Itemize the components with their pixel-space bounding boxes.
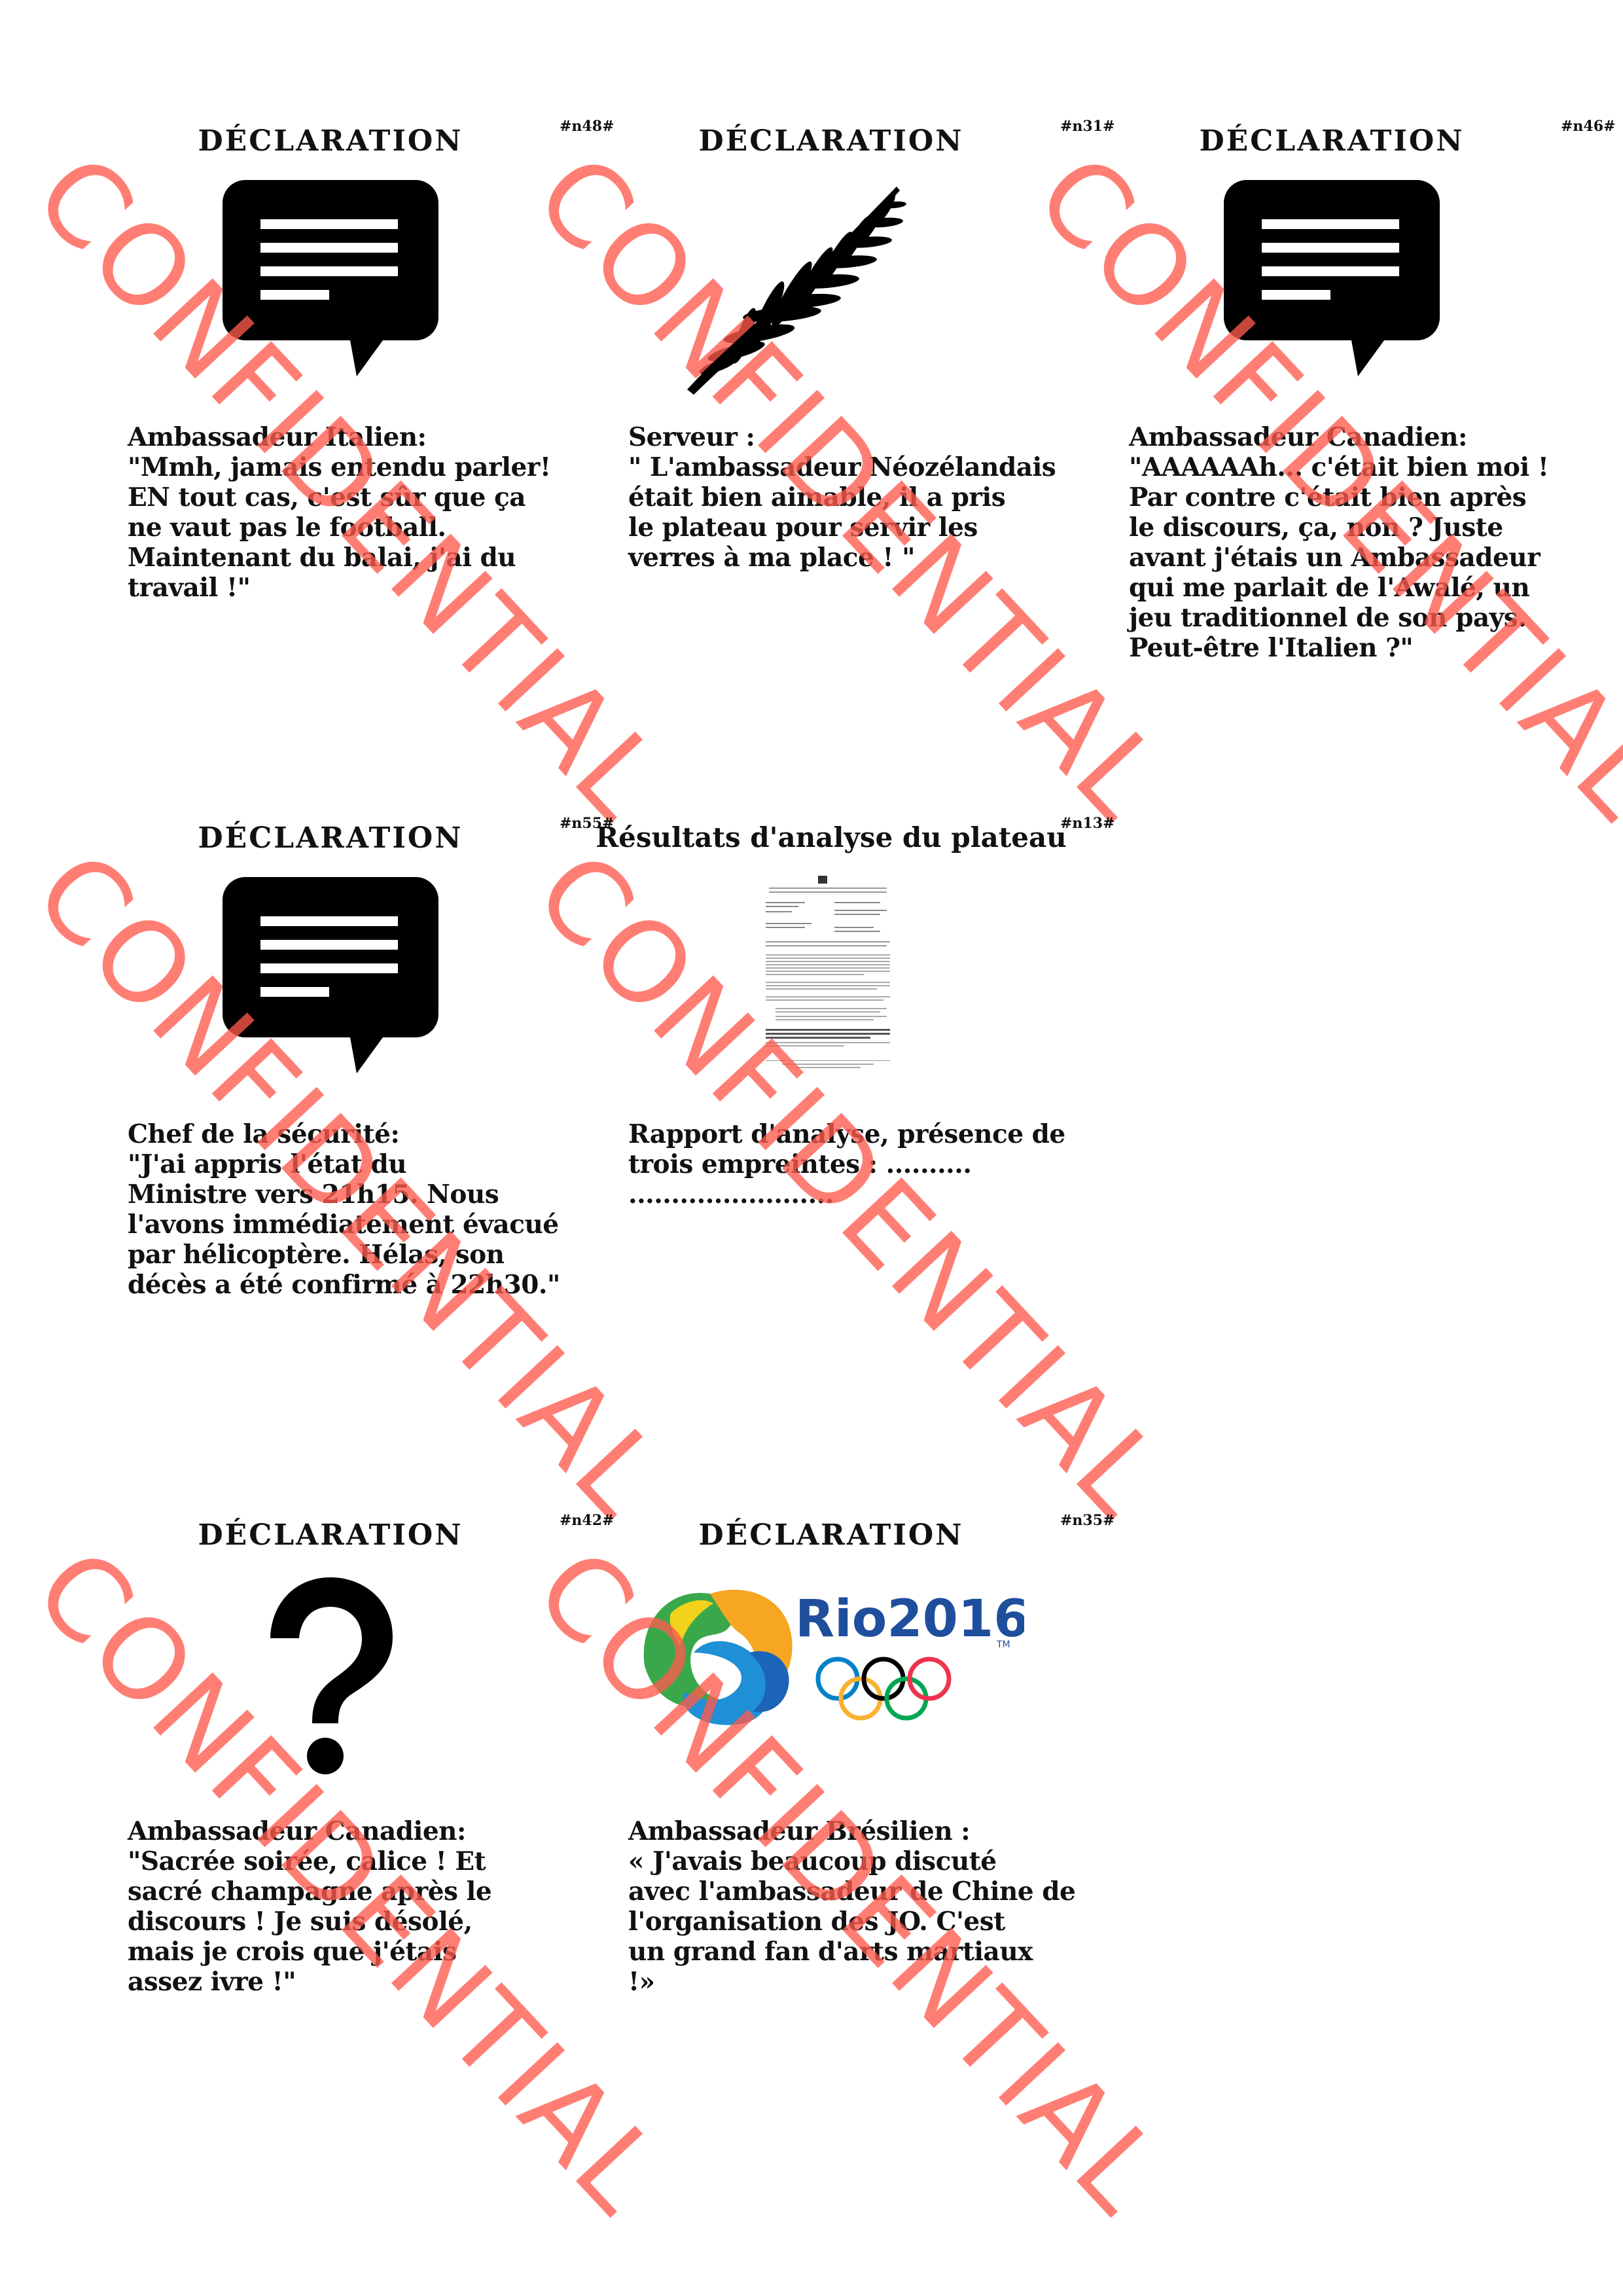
text-line: l'avons immédiatement évacué (128, 1210, 559, 1240)
card-text: Serveur : " L'ambassadeur Néozélandais é… (628, 422, 1056, 573)
text-line: ........................ (628, 1179, 834, 1210)
text-line: mais je crois que j'étais (128, 1937, 457, 1967)
text-line: ne vaut pas le football. (128, 512, 446, 543)
text-line: sacré champagne après le (128, 1876, 492, 1907)
text-line: assez ivre !" (128, 1967, 296, 1997)
trademark-mark: TM (996, 1640, 1010, 1650)
speech-bubble-icon (1224, 180, 1440, 376)
text-line: Chef de la sécurité: (128, 1119, 400, 1149)
text-line: Par contre c'était bien après (1129, 482, 1527, 512)
text-line: était bien aimable, il a pris (628, 482, 1006, 512)
text-line: trois empreintes : .......... (628, 1149, 972, 1179)
question-mark-icon (270, 1577, 393, 1774)
text-line: verres à ma place ! " (628, 543, 915, 573)
text-line: qui me parlait de l'Awalé, un (1129, 573, 1530, 603)
text-line: travail !" (128, 573, 251, 603)
card-5: Résultats d'analyse du plateau #n13# Rap… (510, 756, 1188, 1541)
card-title: DÉCLARATION (198, 821, 463, 855)
text-line: avec l'ambassadeur de Chine de (628, 1876, 1076, 1907)
speech-bubble-icon (223, 877, 438, 1073)
card-text: Ambassadeur Italien: "Mmh, jamais entend… (128, 422, 553, 603)
text-line: avant j'étais un Ambassadeur (1129, 543, 1541, 573)
card-text: Rapport d'analyse, présence de trois emp… (628, 1119, 1065, 1210)
text-line: Ambassadeur Italien: (128, 422, 427, 452)
text-line: Maintenant du balai, j'ai du (128, 543, 516, 573)
text-line: jeu traditionnel de son pays. (1129, 603, 1527, 633)
text-line: un grand fan d'arts martiaux (628, 1937, 1033, 1967)
text-line: le plateau pour servir les (628, 512, 978, 543)
card-1: DÉCLARATION #n48# Ambassadeur Italien: "… (10, 59, 688, 844)
text-line: par hélicoptère. Hélas, son (128, 1240, 505, 1270)
text-line: Serveur : (628, 422, 755, 452)
text-line: « J'avais beaucoup discuté (628, 1846, 997, 1876)
text-line: Rapport d'analyse, présence de (628, 1119, 1065, 1149)
text-line: Ambassadeur Canadien: (128, 1816, 466, 1846)
card-6: DÉCLARATION #n42# Ambassadeur Canadien: … (10, 1453, 688, 2238)
card-title: Résultats d'analyse du plateau (596, 821, 1067, 853)
card-7: DÉCLARATION #n35# Rio2016 TM Ambassadeur… (510, 1453, 1188, 2238)
card-title: DÉCLARATION (1199, 124, 1465, 158)
card-text: Chef de la sécurité: "J'ai appris l'état… (128, 1119, 560, 1300)
card-id: #n13# (1060, 815, 1115, 832)
card-id: #n35# (1060, 1512, 1115, 1529)
card-title: DÉCLARATION (198, 1518, 463, 1552)
text-line: !» (628, 1967, 655, 1997)
text-line: " L'ambassadeur Néozélandais (628, 452, 1056, 482)
speech-bubble-icon (223, 180, 438, 376)
rio2016-logo-icon: Rio2016 TM (643, 1589, 1024, 1725)
rio2016-wordmark: Rio2016 (795, 1590, 1024, 1649)
text-line: "Mmh, jamais entendu parler! (128, 452, 551, 482)
text-line: Ambassadeur Canadien: (1129, 422, 1467, 452)
card-text: Ambassadeur Canadien: "Sacrée soirée, ca… (128, 1816, 553, 1997)
text-line: Ministre vers 21h15. Nous (128, 1179, 499, 1210)
card-title: DÉCLARATION (698, 1518, 964, 1552)
text-line: décès a été confirmé à 22h30." (128, 1270, 560, 1300)
text-line: Ambassadeur Brésilien : (628, 1816, 971, 1846)
card-2: DÉCLARATION #n31# Serveur: " L'ambassad… (510, 59, 1188, 844)
text-line: discours ! Je suis désolé, (128, 1907, 473, 1937)
card-id: #n46# (1561, 118, 1616, 135)
card-text: Ambassadeur Canadien: "AAAAAAh... c'étai… (1129, 422, 1554, 663)
text-line: "AAAAAAh... c'était bien moi ! (1129, 452, 1549, 482)
document-icon (756, 870, 900, 1073)
text-line: EN tout cas, c'est sûr que ça (128, 482, 526, 512)
card-3: DÉCLARATION #n46# Ambassadeur Canadien: … (1011, 59, 1623, 844)
card-text: Ambassadeur Brésilien : « J'avais beauco… (628, 1816, 1076, 1997)
card-title: DÉCLARATION (198, 124, 463, 158)
card-title: DÉCLARATION (698, 124, 964, 158)
card-4: DÉCLARATION #n55# Chef de la sécurité: "… (10, 756, 688, 1541)
text-line: "J'ai appris l'état du (128, 1149, 407, 1179)
text-line: le discours, ça, non ? Juste (1129, 512, 1503, 543)
text-line: "Sacrée soirée, calice ! Et (128, 1846, 486, 1876)
text-line: Peut-être l'Italien ?" (1129, 633, 1414, 663)
text-line: l'organisation des JO. C'est (628, 1907, 1005, 1937)
fern-icon (687, 187, 906, 395)
